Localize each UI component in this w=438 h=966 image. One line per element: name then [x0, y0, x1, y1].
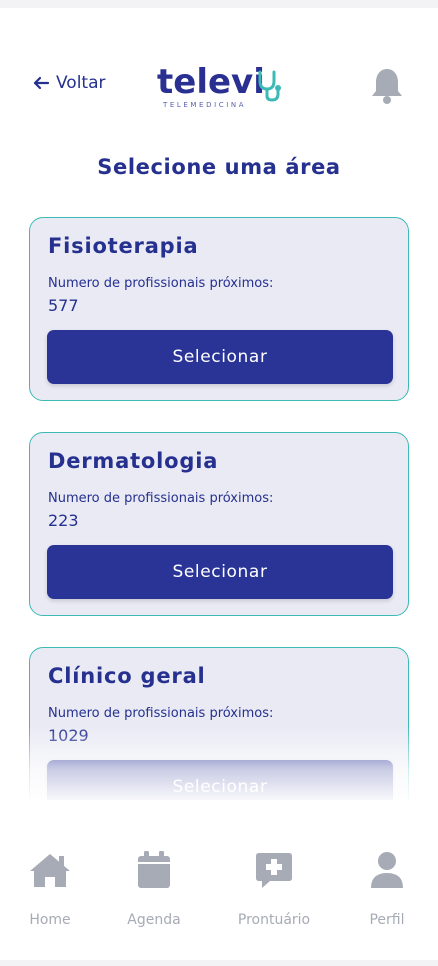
back-label: Voltar	[56, 73, 106, 93]
header: Voltar televi TELEMEDICINA	[0, 55, 438, 115]
tab-agenda[interactable]: Agenda	[109, 850, 199, 940]
count-value: 1029	[48, 726, 89, 745]
count-label: Numero de profissionais próximos:	[48, 276, 274, 291]
select-button[interactable]: Selecionar	[47, 545, 393, 599]
page-title: Selecione uma área	[97, 155, 341, 179]
area-name: Dermatologia	[48, 449, 219, 473]
stethoscope-icon	[258, 70, 281, 102]
area-list[interactable]: Fisioterapia Numero de profissionais pró…	[0, 205, 438, 800]
medical-chat-icon	[256, 853, 292, 888]
bottom-tab-bar: Home Agenda Prontuário Perfil	[0, 850, 438, 940]
count-label: Numero de profissionais próximos:	[48, 491, 274, 506]
area-name: Clínico geral	[48, 664, 206, 688]
logo-text: televi	[157, 62, 265, 102]
count-label: Numero de profissionais próximos:	[48, 706, 274, 721]
app-logo: televi TELEMEDICINA	[157, 65, 282, 115]
tab-home[interactable]: Home	[5, 850, 95, 940]
count-value: 223	[48, 511, 79, 530]
notification-bell-icon[interactable]	[370, 67, 404, 105]
arrow-left-icon	[33, 76, 50, 90]
status-bar	[0, 0, 438, 8]
count-value: 577	[48, 296, 79, 315]
logo-subtext: TELEMEDICINA	[163, 101, 247, 109]
back-button[interactable]: Voltar	[32, 73, 106, 93]
home-indicator-bar	[0, 960, 438, 966]
area-name: Fisioterapia	[48, 234, 199, 258]
home-icon	[30, 854, 70, 887]
area-card-dermatologia: Dermatologia Numero de profissionais pró…	[29, 432, 409, 616]
area-card-clinico-geral: Clínico geral Numero de profissionais pr…	[29, 647, 409, 800]
calendar-icon	[138, 851, 170, 888]
area-card-fisioterapia: Fisioterapia Numero de profissionais pró…	[29, 217, 409, 401]
select-button[interactable]: Selecionar	[47, 760, 393, 800]
tab-label: Prontuário	[237, 912, 311, 928]
tab-label: Perfil	[369, 912, 405, 928]
tab-perfil[interactable]: Perfil	[342, 850, 432, 940]
select-button[interactable]: Selecionar	[47, 330, 393, 384]
tab-label: Home	[29, 912, 71, 928]
tab-prontuario[interactable]: Prontuário	[229, 850, 319, 940]
user-icon	[371, 852, 403, 888]
tab-label: Agenda	[127, 912, 181, 928]
